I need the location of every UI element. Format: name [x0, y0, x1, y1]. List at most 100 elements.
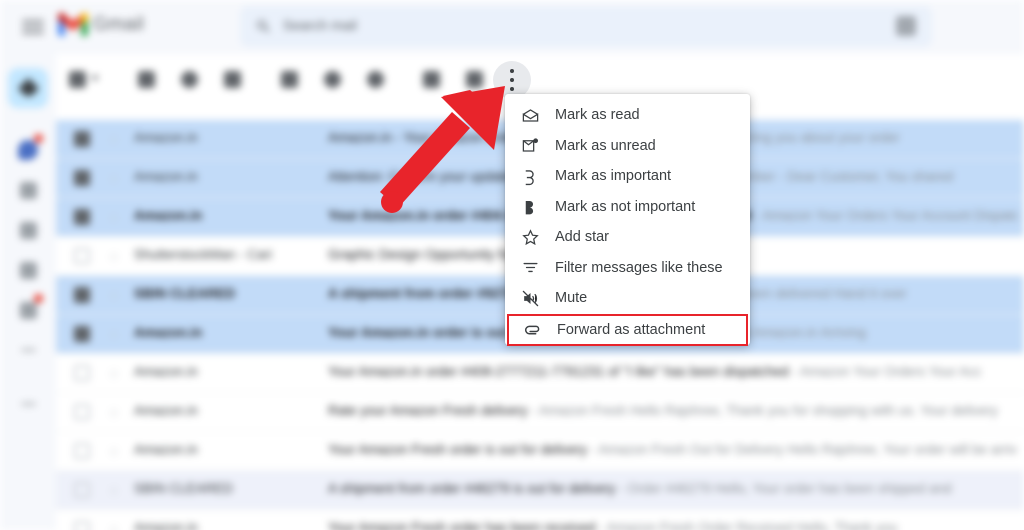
rail-item-chat[interactable]	[8, 130, 48, 170]
row-sender: Amazon.in	[134, 403, 198, 418]
row-sender: Amazon.in	[134, 442, 198, 457]
row-checkbox[interactable]	[74, 521, 90, 530]
attachment-icon	[521, 319, 543, 341]
gmail-wordmark: Gmail	[93, 14, 145, 35]
row-checkbox[interactable]	[74, 443, 90, 459]
row-sender: Amazon.in	[134, 169, 198, 184]
chat-badge	[34, 134, 43, 143]
row-checkbox[interactable]	[74, 131, 90, 147]
row-checkbox[interactable]	[74, 287, 90, 303]
more-options-menu: Mark as read Mark as unread Mark as import…	[505, 94, 750, 346]
menu-item-label: Mark as not important	[555, 198, 696, 215]
mail-row[interactable]: ☆ Amazon.in Your Amazon.in order #408-2777…	[56, 354, 1024, 393]
row-checkbox[interactable]	[74, 170, 90, 186]
pencil-icon	[17, 77, 39, 99]
star-icon[interactable]: ☆	[108, 484, 121, 497]
row-subject: Your Amazon.in order #408-2777211-779123…	[328, 364, 1018, 379]
rail-item-contacts[interactable]	[8, 250, 48, 290]
row-subject-text: Your Amazon Fresh order is out for deliv…	[328, 442, 588, 457]
rail-item-addons[interactable]	[8, 384, 48, 424]
tasks-icon	[19, 301, 37, 319]
gmail-logo-icon	[58, 13, 88, 36]
report-spam-icon	[180, 70, 198, 88]
star-icon[interactable]: ☆	[108, 406, 121, 419]
mute-icon	[519, 287, 541, 309]
labels-button[interactable]	[461, 66, 487, 92]
menu-item-add-star[interactable]: Add star	[505, 222, 750, 253]
row-sender: Amazon.in	[134, 130, 198, 145]
chat-icon	[18, 140, 38, 160]
apps-icon[interactable]	[896, 16, 916, 36]
menu-item-label: Filter messages like these	[555, 259, 723, 276]
plus-icon	[20, 402, 36, 406]
search-placeholder: Search mail	[283, 17, 357, 33]
row-sender: Amazon.in	[134, 364, 198, 379]
mail-row[interactable]: ☆ Amazon.in Your Amazon Fresh order has be…	[56, 510, 1024, 530]
add-to-tasks-button[interactable]	[362, 66, 388, 92]
menu-item-label: Forward as attachment	[557, 321, 706, 338]
three-dots-icon	[510, 69, 514, 73]
mail-row[interactable]: ☆ Amazon.in Your Amazon Fresh order is out…	[56, 432, 1024, 471]
row-snippet: - Amazon Fresh Out for Delivery Hello Ra…	[587, 442, 1018, 457]
video-icon	[19, 221, 37, 239]
label-icon	[465, 70, 483, 88]
menu-item-mark-as-important[interactable]: Mark as important	[505, 161, 750, 192]
app-header: Gmail Search mail	[0, 0, 1024, 54]
left-rail	[0, 54, 56, 530]
row-subject: A shipment from order #46279 is out for …	[328, 481, 1018, 496]
menu-item-mute[interactable]: Mute	[505, 283, 750, 314]
row-snippet: - Amazon Your Orders Your Acc	[788, 364, 982, 379]
move-to-button[interactable]	[418, 66, 444, 92]
row-subject: Rate your Amazon Fresh delivery - Amazon…	[328, 403, 1018, 418]
spaces-icon	[19, 181, 37, 199]
gmail-screenshot: Gmail Search mail ☆ Amazon.in Amazon.in …	[0, 0, 1024, 530]
row-checkbox[interactable]	[74, 404, 90, 420]
archive-icon	[137, 70, 155, 88]
menu-item-filter-messages-like-these[interactable]: Filter messages like these	[505, 253, 750, 284]
select-all-checkbox[interactable]	[64, 66, 99, 92]
row-sender: Amazon.in	[134, 325, 203, 340]
row-snippet: - Amazon Your Orders Your Account Dispat…	[751, 208, 1018, 223]
more-icon	[20, 348, 36, 352]
star-icon[interactable]: ☆	[108, 523, 121, 530]
star-icon[interactable]: ☆	[108, 289, 121, 302]
people-icon	[19, 261, 37, 279]
star-icon[interactable]: ☆	[108, 250, 121, 263]
star-icon[interactable]: ☆	[108, 172, 121, 185]
hamburger-icon[interactable]	[22, 16, 44, 38]
search-icon	[257, 20, 270, 33]
rail-item-tasks[interactable]	[8, 290, 48, 330]
menu-item-mark-as-read[interactable]: Mark as read	[505, 100, 750, 131]
star-outline-icon	[519, 226, 541, 248]
not-important-icon	[519, 196, 541, 218]
important-marker-icon	[519, 165, 541, 187]
mail-row[interactable]: ☆ SBIN CLEARED A shipment from order #4627…	[56, 471, 1024, 510]
trash-icon	[223, 70, 241, 88]
rail-item-meet[interactable]	[8, 210, 48, 250]
row-snippet: - Amazon Fresh Hello Rajshree, Thank you…	[527, 403, 998, 418]
star-icon[interactable]: ☆	[108, 367, 121, 380]
archive-button[interactable]	[133, 66, 159, 92]
row-checkbox[interactable]	[74, 365, 90, 381]
menu-item-label: Mark as read	[555, 107, 640, 124]
report-spam-button[interactable]	[176, 66, 202, 92]
delete-button[interactable]	[219, 66, 245, 92]
row-checkbox[interactable]	[74, 326, 90, 342]
star-icon[interactable]: ☆	[108, 133, 121, 146]
star-icon[interactable]: ☆	[108, 211, 121, 224]
open-envelope-icon	[519, 104, 541, 126]
menu-item-mark-as-unread[interactable]: Mark as unread	[505, 131, 750, 162]
menu-item-forward-as-attachment[interactable]: Forward as attachment	[507, 313, 748, 346]
mail-row[interactable]: ☆ Amazon.in Rate your Amazon Fresh deliver…	[56, 393, 1024, 432]
row-checkbox[interactable]	[74, 248, 90, 264]
rail-item-more[interactable]	[8, 330, 48, 370]
snooze-button[interactable]	[319, 66, 345, 92]
rail-item-compose[interactable]	[8, 68, 48, 108]
star-icon[interactable]: ☆	[108, 328, 121, 341]
mark-unread-button[interactable]	[276, 66, 302, 92]
star-icon[interactable]: ☆	[108, 445, 121, 458]
row-checkbox[interactable]	[74, 482, 90, 498]
row-checkbox[interactable]	[74, 209, 90, 225]
rail-item-spaces[interactable]	[8, 170, 48, 210]
menu-item-mark-as-not-important[interactable]: Mark as not important	[505, 192, 750, 223]
